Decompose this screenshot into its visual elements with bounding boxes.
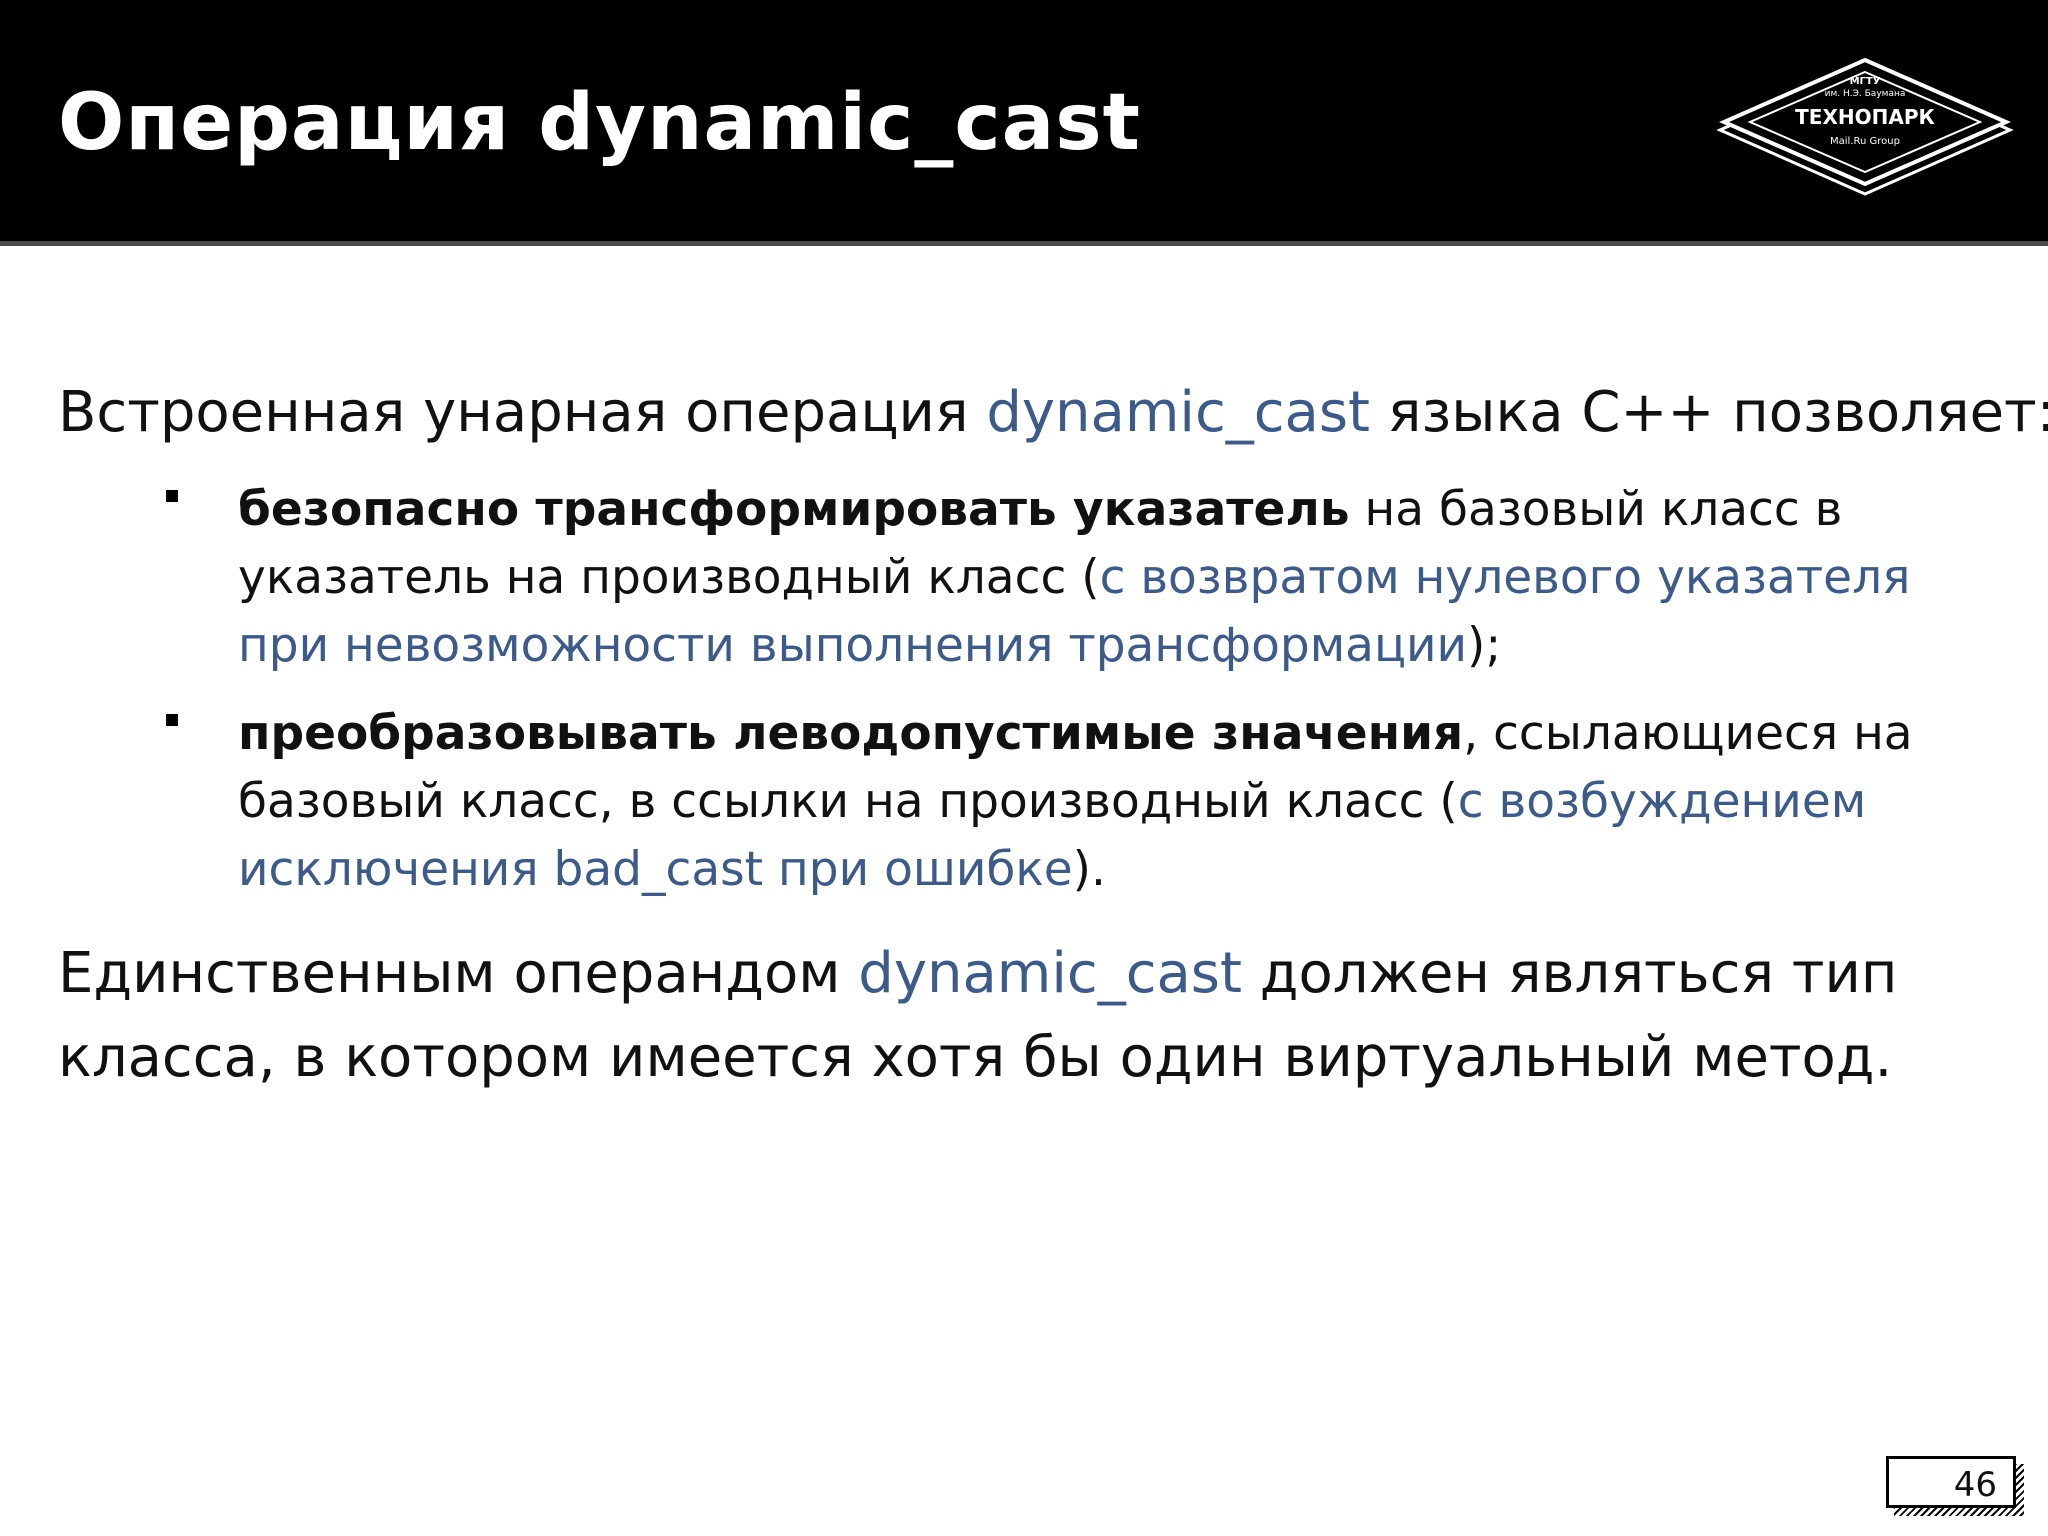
logo-line2: им. Н.Э. Баумана [1825,89,1906,99]
intro-text-1: Встроенная унарная операция [58,380,987,445]
bullet-list: безопасно трансформировать указатель на … [0,476,2048,924]
bullet-item: безопасно трансформировать указатель на … [166,476,2010,680]
logo-line1: МГТУ [1850,76,1881,87]
page-number-badge: 46 [1886,1456,2024,1516]
bullet-tail: ). [1072,842,1106,897]
bullet-tail: ); [1467,618,1502,673]
bullet-marker-icon [166,490,178,502]
outro-text-1: Единственным операндом [58,941,859,1006]
outro-keyword: dynamic_cast [858,941,1242,1006]
slide-title: Операция dynamic_cast [58,78,1141,168]
bullet-bold: преобразовывать леводопустимые значения [238,706,1464,761]
logo-line3: Mail.Ru Group [1830,136,1900,147]
page-number: 46 [1953,1465,1997,1505]
page-badge-frame: 46 [1886,1456,2016,1508]
intro-paragraph: Встроенная унарная операция dynamic_cast… [58,372,2048,454]
slide-header: Операция dynamic_cast МГТУ им. Н.Э. Баум… [0,0,2048,246]
technopark-logo-icon: МГТУ им. Н.Э. Баумана ТЕХНОПАРК Mail.Ru … [1716,57,2014,196]
outro-paragraph: Единственным операндом dynamic_cast долж… [58,932,1938,1100]
technopark-logo: МГТУ им. Н.Э. Баумана ТЕХНОПАРК Mail.Ru … [1710,52,2020,198]
intro-text-2: языка C++ позволяет: [1370,380,2048,445]
bullet-marker-icon [166,714,178,726]
bullet-item: преобразовывать леводопустимые значения,… [166,700,2010,904]
logo-brand: ТЕХНОПАРК [1795,105,1935,129]
bullet-bold: безопасно трансформировать указатель [238,482,1350,537]
intro-keyword: dynamic_cast [986,380,1370,445]
